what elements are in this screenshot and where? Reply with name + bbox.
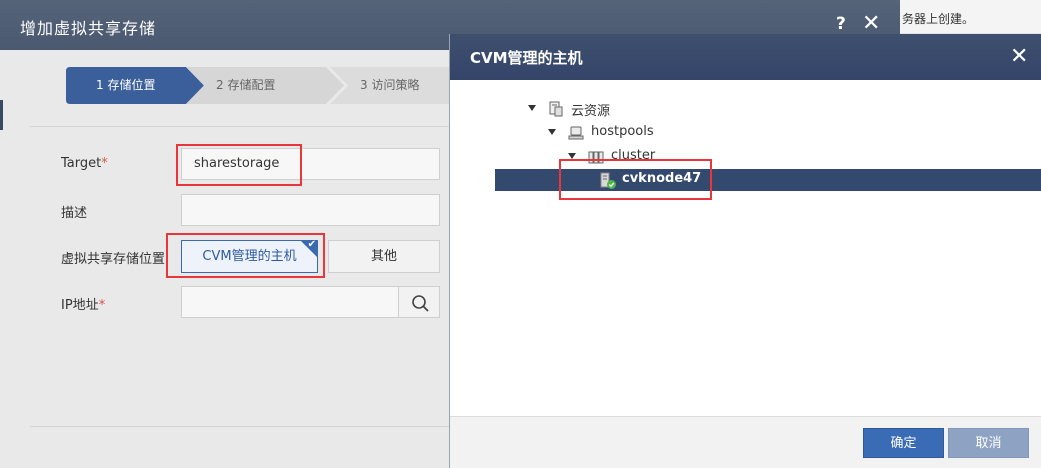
ip-search-button[interactable] (398, 286, 440, 318)
modal-close-icon[interactable]: ✕ (1010, 44, 1028, 69)
description-input[interactable] (181, 194, 440, 226)
cluster-icon (588, 151, 604, 164)
cvm-managed-host-option[interactable]: CVM管理的主机 ✔ (181, 239, 318, 273)
required-mark: * (98, 298, 106, 313)
wizard-step-label: 2 存储配置 (216, 78, 276, 92)
storage-location-label: 虚拟共享存储位置 (61, 252, 166, 267)
tree-node-label: cvknode47 (622, 171, 702, 186)
other-option-label: 其他 (370, 249, 397, 264)
expand-arrow-icon[interactable] (528, 105, 536, 111)
background-page-strip: 务器上创建。 (900, 0, 1041, 34)
check-icon: ✔ (307, 239, 316, 250)
expand-arrow-icon[interactable] (568, 153, 576, 159)
description-label: 描述 (61, 206, 88, 221)
help-icon[interactable]: ? (836, 14, 846, 34)
tree-node-label: cluster (611, 148, 656, 163)
cvm-managed-host-modal: CVM管理的主机 ✕ 云资源 hostpools cluster cvknode… (449, 34, 1041, 468)
wizard-step-storage-config[interactable]: 2 存储配置 (186, 67, 346, 104)
tree-node-label: 云资源 (571, 104, 611, 119)
wizard-step-label: 3 访问策略 (360, 78, 420, 92)
divider (30, 426, 450, 427)
ok-button[interactable]: 确定 (863, 428, 944, 458)
required-mark: * (101, 156, 108, 171)
dialog-close-icon[interactable]: ✕ (862, 11, 880, 36)
divider (30, 126, 450, 127)
cancel-button[interactable]: 取消 (948, 428, 1029, 458)
tree-node-hostpools[interactable]: hostpools (548, 123, 748, 143)
target-input[interactable]: sharestorage (181, 148, 440, 180)
wizard-step-label: 1 存储位置 (96, 78, 156, 92)
ip-address-input[interactable] (181, 286, 399, 318)
host-online-icon (600, 172, 616, 189)
cvm-option-label: CVM管理的主机 (202, 249, 297, 264)
target-label: Target* (61, 156, 108, 171)
background-page-text: 务器上创建。 (902, 12, 975, 26)
side-accent (0, 100, 3, 130)
search-icon (412, 295, 429, 312)
modal-header: CVM管理的主机 ✕ (450, 34, 1041, 80)
ip-address-label: IP地址* (61, 298, 106, 313)
tree-node-cluster[interactable]: cluster (568, 147, 768, 167)
target-value: sharestorage (194, 156, 280, 171)
hostpool-icon (568, 126, 584, 140)
cloud-resource-icon (549, 101, 563, 117)
other-option[interactable]: 其他 (328, 240, 440, 273)
tree-node-cloud-resources[interactable]: 云资源 (528, 99, 728, 119)
dialog-title: 增加虚拟共享存储 (20, 19, 157, 38)
tree-node-label: hostpools (591, 124, 654, 139)
expand-arrow-icon[interactable] (548, 129, 556, 135)
wizard-step-access-policy[interactable]: 3 访问策略 (330, 67, 450, 104)
wizard-step-storage-location[interactable]: 1 存储位置 (66, 67, 206, 104)
tree-node-cvknode47[interactable]: cvknode47 (599, 170, 799, 190)
modal-title: CVM管理的主机 (470, 49, 583, 67)
modal-footer: 确定 取消 (450, 416, 1041, 468)
